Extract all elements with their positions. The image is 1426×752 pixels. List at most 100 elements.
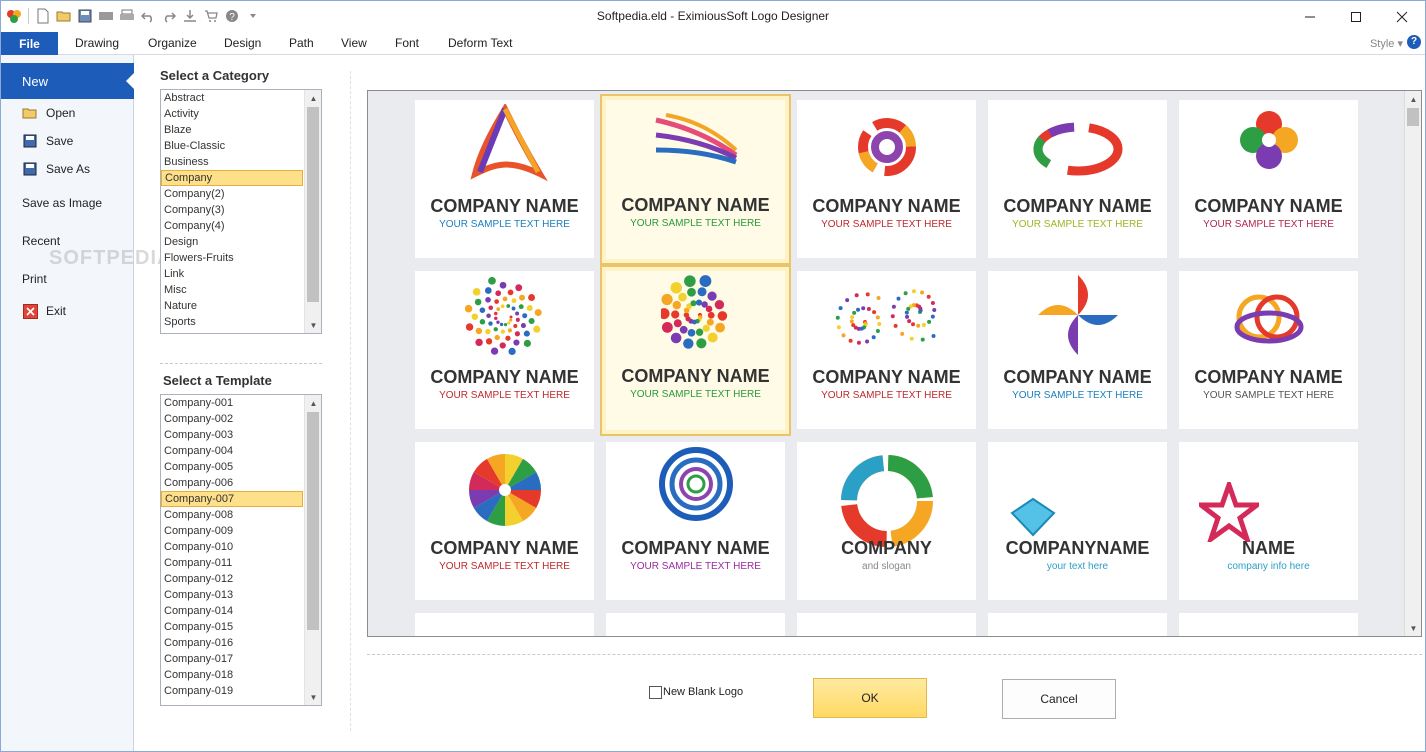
logo-template-row4-4[interactable] (988, 613, 1167, 636)
backstage-open[interactable]: Open (1, 100, 134, 126)
template-item[interactable]: Company-019 (161, 683, 321, 699)
backstage-save[interactable]: Save (1, 128, 134, 154)
new-blank-logo-label[interactable]: New Blank Logo (663, 686, 743, 698)
template-item[interactable]: Company-001 (161, 395, 321, 411)
tab-drawing[interactable]: Drawing (75, 36, 119, 50)
tab-design[interactable]: Design (224, 36, 261, 50)
template-item[interactable]: Company-014 (161, 603, 321, 619)
logo-template-row1-5[interactable]: COMPANY NAME YOUR SAMPLE TEXT HERE (1179, 100, 1358, 258)
logo-template-row1-1[interactable]: COMPANY NAME YOUR SAMPLE TEXT HERE (415, 100, 594, 258)
template-item[interactable]: Company-003 (161, 427, 321, 443)
logo-sample-text: YOUR SAMPLE TEXT HERE (1012, 390, 1143, 401)
category-item[interactable]: Activity (161, 106, 321, 122)
logo-gallery[interactable]: COMPANY NAME YOUR SAMPLE TEXT HERE COMPANY… (367, 90, 1422, 637)
logo-template-row4-2[interactable] (606, 613, 785, 636)
logo-template-row3-5[interactable]: NAME company info here (1179, 442, 1358, 600)
backstage-new[interactable]: New (1, 63, 134, 99)
logo-template-row1-2[interactable]: COMPANY NAME YOUR SAMPLE TEXT HERE (600, 94, 791, 265)
category-list[interactable]: Abstract Activity Blaze Blue-Classic Busines… (160, 89, 322, 334)
category-item[interactable]: Design (161, 234, 321, 250)
logo-template-row2-3[interactable]: COMPANY NAME YOUR SAMPLE TEXT HERE (797, 271, 976, 429)
category-item[interactable]: Abstract (161, 90, 321, 106)
style-dropdown[interactable]: Style ▾ (1370, 37, 1403, 50)
scroll-down-icon[interactable]: ▼ (305, 317, 321, 333)
template-scrollbar[interactable]: ▲ ▼ (304, 395, 321, 705)
logo-template-row3-2[interactable]: COMPANY NAME YOUR SAMPLE TEXT HERE (606, 442, 785, 600)
category-item[interactable]: Blue-Classic (161, 138, 321, 154)
backstage-print[interactable]: Print (1, 266, 134, 292)
backstage-save-as-image[interactable]: Save as Image (1, 190, 134, 216)
tab-organize[interactable]: Organize (148, 36, 197, 50)
maximize-icon[interactable] (1333, 1, 1379, 32)
template-item[interactable]: Company-013 (161, 587, 321, 603)
template-item[interactable]: Company-007 (161, 491, 303, 507)
template-item[interactable]: Company-011 (161, 555, 321, 571)
template-item[interactable]: Company-009 (161, 523, 321, 539)
logo-template-row2-1[interactable]: COMPANY NAME YOUR SAMPLE TEXT HERE (415, 271, 594, 429)
logo-template-row4-3[interactable] (797, 613, 976, 636)
template-item[interactable]: Company-008 (161, 507, 321, 523)
category-scrollbar[interactable]: ▲ ▼ (304, 90, 321, 333)
gallery-scrollbar[interactable]: ▲ ▼ (1404, 91, 1421, 636)
backstage-recent[interactable]: Recent (1, 228, 134, 254)
tab-file[interactable]: File (1, 32, 58, 55)
logo-template-row1-4[interactable]: COMPANY NAME YOUR SAMPLE TEXT HERE (988, 100, 1167, 258)
backstage-exit[interactable]: Exit (1, 298, 134, 324)
category-item[interactable]: Sports (161, 314, 321, 330)
scroll-down-icon[interactable]: ▼ (305, 689, 321, 705)
logo-sample-text: your text here (1046, 561, 1109, 572)
category-item[interactable]: Misc (161, 282, 321, 298)
scroll-up-icon[interactable]: ▲ (305, 90, 321, 106)
minimize-icon[interactable] (1287, 1, 1333, 32)
scroll-thumb[interactable] (1407, 108, 1419, 126)
template-item[interactable]: Company-015 (161, 619, 321, 635)
template-item[interactable]: Company-012 (161, 571, 321, 587)
title-bar: ? Softpedia.eld - EximiousSoft Logo Desi… (1, 1, 1425, 32)
logo-template-row1-3[interactable]: COMPANY NAME YOUR SAMPLE TEXT HERE (797, 100, 976, 258)
template-item[interactable]: Company-010 (161, 539, 321, 555)
logo-template-row2-5[interactable]: COMPANY NAME YOUR SAMPLE TEXT HERE (1179, 271, 1358, 429)
cancel-button[interactable]: Cancel (1002, 679, 1116, 719)
template-item[interactable]: Company-005 (161, 459, 321, 475)
help-icon[interactable]: ? (1407, 35, 1421, 49)
logo-template-row3-4[interactable]: COMPANYNAME your text here (988, 442, 1167, 600)
scroll-thumb[interactable] (307, 107, 319, 302)
logo-template-row3-1[interactable]: COMPANY NAME YOUR SAMPLE TEXT HERE (415, 442, 594, 600)
tab-font[interactable]: Font (395, 36, 419, 50)
tab-deform-text[interactable]: Deform Text (448, 36, 512, 50)
logo-sample-text: YOUR SAMPLE TEXT HERE (1012, 219, 1143, 230)
template-item[interactable]: Company-018 (161, 667, 321, 683)
scroll-up-icon[interactable]: ▲ (305, 395, 321, 411)
scroll-down-icon[interactable]: ▼ (1405, 620, 1421, 636)
category-item[interactable]: Flowers-Fruits (161, 250, 321, 266)
ok-button[interactable]: OK (813, 678, 927, 718)
tab-view[interactable]: View (341, 36, 367, 50)
scroll-thumb[interactable] (307, 412, 319, 630)
category-item[interactable]: Link (161, 266, 321, 282)
close-icon[interactable] (1379, 1, 1425, 32)
category-item[interactable]: Company(3) (161, 202, 321, 218)
category-item[interactable]: Nature (161, 298, 321, 314)
template-item[interactable]: Company-006 (161, 475, 321, 491)
logo-template-row4-5[interactable] (1179, 613, 1358, 636)
template-item[interactable]: Company-016 (161, 635, 321, 651)
template-list[interactable]: Company-001 Company-002 Company-003 Company… (160, 394, 322, 706)
template-item[interactable]: Company-002 (161, 411, 321, 427)
tab-path[interactable]: Path (289, 36, 314, 50)
exit-icon (22, 303, 38, 319)
new-blank-logo-checkbox[interactable] (649, 686, 662, 699)
logo-template-row2-4[interactable]: COMPANY NAME YOUR SAMPLE TEXT HERE (988, 271, 1167, 429)
template-item[interactable]: Company-004 (161, 443, 321, 459)
logo-template-row3-3[interactable]: COMPANY and slogan (797, 442, 976, 600)
category-item[interactable]: Company(4) (161, 218, 321, 234)
template-item[interactable]: Company-017 (161, 651, 321, 667)
category-item[interactable]: Business (161, 154, 321, 170)
logo-template-row4-1[interactable] (415, 613, 594, 636)
category-item[interactable]: Company (161, 170, 303, 186)
backstage-save-as[interactable]: Save As (1, 156, 134, 182)
category-item[interactable]: Company(2) (161, 186, 321, 202)
logo-company-name: COMPANY NAME (812, 196, 961, 216)
logo-template-row2-2[interactable]: COMPANY NAME YOUR SAMPLE TEXT HERE (600, 265, 791, 436)
scroll-up-icon[interactable]: ▲ (1405, 91, 1421, 107)
category-item[interactable]: Blaze (161, 122, 321, 138)
